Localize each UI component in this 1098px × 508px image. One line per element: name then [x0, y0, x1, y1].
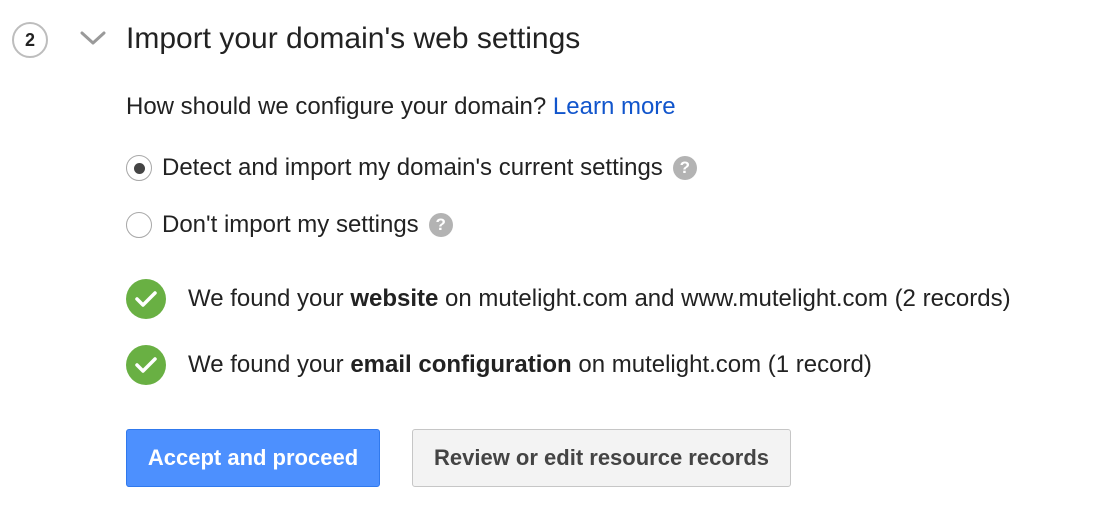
- chevron-down-icon[interactable]: [80, 30, 106, 46]
- step-number: 2: [24, 29, 35, 50]
- dont-import-radio[interactable]: [126, 212, 152, 238]
- learn-more-link[interactable]: Learn more: [553, 93, 676, 120]
- step-number-badge: 2: [12, 22, 48, 58]
- checkmark-icon: [126, 345, 166, 385]
- option-detect-import[interactable]: Detect and import my domain's current se…: [126, 154, 697, 182]
- option-dont-import[interactable]: Don't import my settings ?: [126, 211, 453, 239]
- review-records-button[interactable]: Review or edit resource records: [412, 429, 791, 487]
- finding-text: We found your email configuration on mut…: [188, 351, 872, 378]
- help-icon[interactable]: ?: [672, 156, 697, 180]
- finding-website: We found your website on mutelight.com a…: [126, 279, 1011, 319]
- checkmark-icon: [126, 279, 166, 319]
- finding-text: We found your website on mutelight.com a…: [188, 285, 1011, 312]
- question-text: How should we configure your domain?: [126, 93, 547, 120]
- detect-import-radio[interactable]: [126, 155, 152, 181]
- detect-import-label[interactable]: Detect and import my domain's current se…: [162, 154, 663, 182]
- finding-email: We found your email configuration on mut…: [126, 345, 872, 385]
- step-title: Import your domain's web settings: [126, 22, 581, 55]
- configure-question: How should we configure your domain? Lea…: [126, 93, 676, 121]
- accept-proceed-button[interactable]: Accept and proceed: [126, 429, 380, 487]
- dont-import-label[interactable]: Don't import my settings: [162, 211, 419, 239]
- help-icon[interactable]: ?: [428, 213, 453, 237]
